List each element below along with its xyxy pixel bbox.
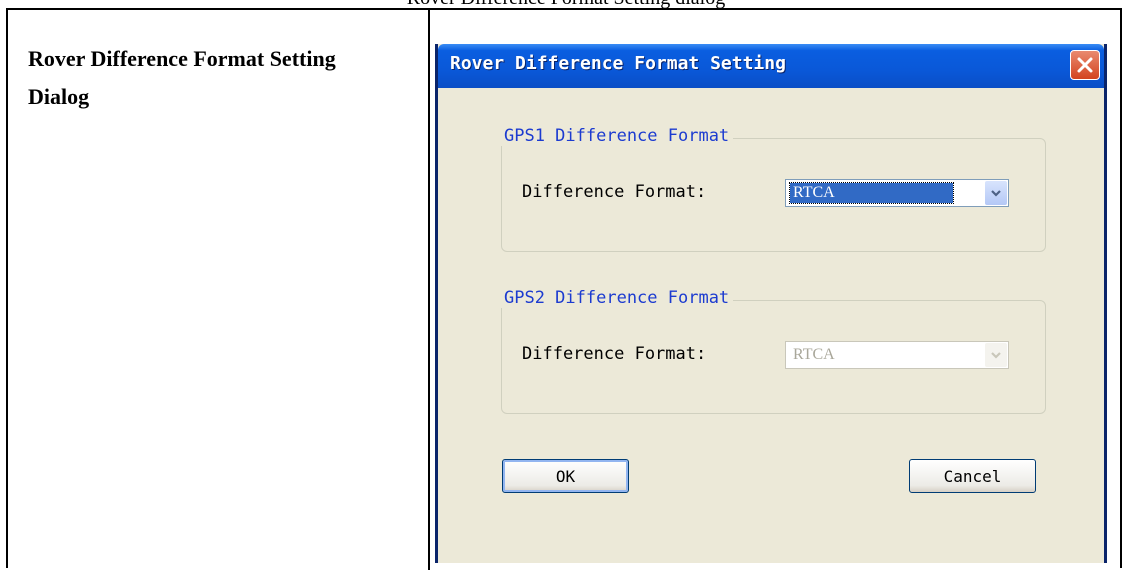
- gps2-field-label: Difference Format:: [522, 344, 707, 364]
- gps2-format-group: GPS2 Difference Format Difference Format…: [500, 288, 1046, 414]
- chevron-down-icon: [991, 190, 1001, 197]
- close-button[interactable]: [1070, 50, 1100, 80]
- chevron-down-icon: [991, 352, 1001, 359]
- gps2-group-legend: GPS2 Difference Format: [500, 288, 734, 308]
- row-label: Rover Difference Format Setting Dialog: [28, 46, 336, 109]
- gps1-dropdown-button[interactable]: [985, 181, 1007, 205]
- gps1-field-label: Difference Format:: [522, 182, 707, 202]
- gps1-group-legend: GPS1 Difference Format: [500, 126, 734, 146]
- dialog-titlebar[interactable]: Rover Difference Format Setting: [438, 44, 1104, 88]
- gps1-difference-format-select[interactable]: RTCA: [785, 179, 1009, 207]
- rover-difference-format-dialog: Rover Difference Format Setting GPS1 Dif…: [435, 39, 1107, 563]
- ok-button[interactable]: OK: [502, 459, 629, 493]
- table-column-divider: [428, 10, 430, 570]
- gps1-selected-value: RTCA: [789, 182, 954, 204]
- gps2-dropdown-button: [985, 343, 1007, 367]
- gps1-format-group: GPS1 Difference Format Difference Format…: [500, 126, 1046, 252]
- gps2-difference-format-select: RTCA: [785, 341, 1009, 369]
- gps2-selected-value: RTCA: [793, 346, 835, 363]
- cancel-button[interactable]: Cancel: [909, 459, 1036, 493]
- dialog-title: Rover Difference Format Setting: [450, 53, 786, 74]
- close-icon: [1077, 57, 1093, 73]
